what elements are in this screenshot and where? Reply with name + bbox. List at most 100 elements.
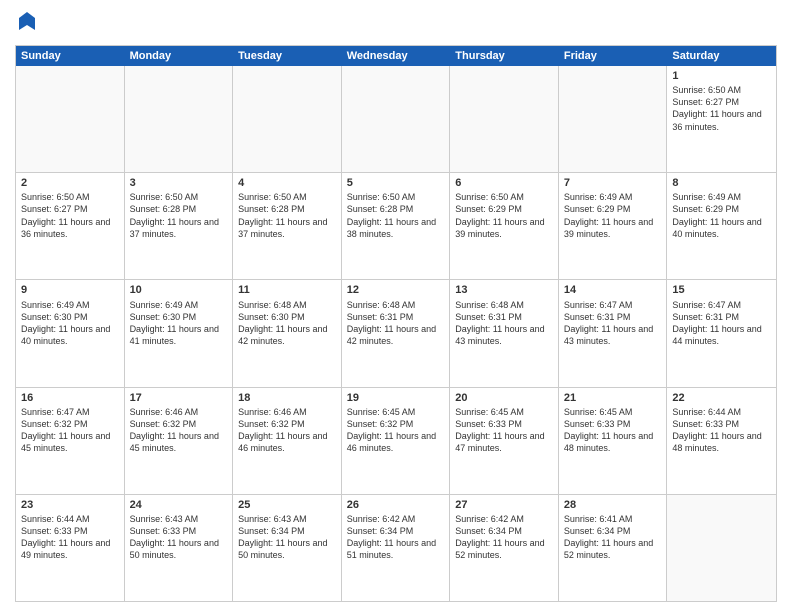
day-number: 21 bbox=[564, 391, 662, 405]
cell-info: Sunrise: 6:41 AM Sunset: 6:34 PM Dayligh… bbox=[564, 513, 662, 562]
cal-cell: 21Sunrise: 6:45 AM Sunset: 6:33 PM Dayli… bbox=[559, 388, 668, 494]
cell-info: Sunrise: 6:49 AM Sunset: 6:29 PM Dayligh… bbox=[672, 191, 771, 240]
cal-cell: 22Sunrise: 6:44 AM Sunset: 6:33 PM Dayli… bbox=[667, 388, 776, 494]
cal-cell: 14 Sunrise: 6:47 AM Sunset: 6:31 PM Dayli… bbox=[559, 280, 668, 386]
cal-cell bbox=[16, 66, 125, 172]
cell-info: Sunrise: 6:48 AM Sunset: 6:31 PM Dayligh… bbox=[455, 299, 553, 348]
calendar-body: 1Sunrise: 6:50 AM Sunset: 6:27 PM Daylig… bbox=[16, 66, 776, 601]
day-number: 5 bbox=[347, 176, 445, 190]
day-number: 10 bbox=[130, 283, 228, 297]
cell-info: Sunrise: 6:49 AM Sunset: 6:30 PM Dayligh… bbox=[130, 299, 228, 348]
cell-info: Sunrise: 6:50 AM Sunset: 6:29 PM Dayligh… bbox=[455, 191, 553, 240]
day-number: 4 bbox=[238, 176, 336, 190]
day-number: 9 bbox=[21, 283, 119, 297]
day-number: 17 bbox=[130, 391, 228, 405]
header-day-thursday: Thursday bbox=[450, 46, 559, 66]
cal-cell bbox=[233, 66, 342, 172]
week-row-2: 9 Sunrise: 6:49 AM Sunset: 6:30 PM Daylig… bbox=[16, 280, 776, 387]
day-number: 14 bbox=[564, 283, 662, 297]
page: SundayMondayTuesdayWednesdayThursdayFrid… bbox=[0, 0, 792, 612]
header-day-wednesday: Wednesday bbox=[342, 46, 451, 66]
header bbox=[15, 10, 777, 37]
cal-cell: 4Sunrise: 6:50 AM Sunset: 6:28 PM Daylig… bbox=[233, 173, 342, 279]
cal-cell bbox=[125, 66, 234, 172]
cell-info: Sunrise: 6:43 AM Sunset: 6:34 PM Dayligh… bbox=[238, 513, 336, 562]
cal-cell: 26Sunrise: 6:42 AM Sunset: 6:34 PM Dayli… bbox=[342, 495, 451, 601]
cell-info: Sunrise: 6:50 AM Sunset: 6:27 PM Dayligh… bbox=[21, 191, 119, 240]
cal-cell: 10 Sunrise: 6:49 AM Sunset: 6:30 PM Dayli… bbox=[125, 280, 234, 386]
cal-cell: 25Sunrise: 6:43 AM Sunset: 6:34 PM Dayli… bbox=[233, 495, 342, 601]
day-number: 20 bbox=[455, 391, 553, 405]
cell-info: Sunrise: 6:50 AM Sunset: 6:27 PM Dayligh… bbox=[672, 84, 771, 133]
cell-info: Sunrise: 6:50 AM Sunset: 6:28 PM Dayligh… bbox=[130, 191, 228, 240]
cell-info: Sunrise: 6:42 AM Sunset: 6:34 PM Dayligh… bbox=[455, 513, 553, 562]
cal-cell: 28Sunrise: 6:41 AM Sunset: 6:34 PM Dayli… bbox=[559, 495, 668, 601]
cal-cell: 19Sunrise: 6:45 AM Sunset: 6:32 PM Dayli… bbox=[342, 388, 451, 494]
cell-info: Sunrise: 6:45 AM Sunset: 6:33 PM Dayligh… bbox=[455, 406, 553, 455]
cell-info: Sunrise: 6:45 AM Sunset: 6:32 PM Dayligh… bbox=[347, 406, 445, 455]
cell-info: Sunrise: 6:46 AM Sunset: 6:32 PM Dayligh… bbox=[238, 406, 336, 455]
day-number: 26 bbox=[347, 498, 445, 512]
cal-cell: 7Sunrise: 6:49 AM Sunset: 6:29 PM Daylig… bbox=[559, 173, 668, 279]
cell-info: Sunrise: 6:44 AM Sunset: 6:33 PM Dayligh… bbox=[672, 406, 771, 455]
day-number: 6 bbox=[455, 176, 553, 190]
week-row-3: 16Sunrise: 6:47 AM Sunset: 6:32 PM Dayli… bbox=[16, 388, 776, 495]
cal-cell: 9 Sunrise: 6:49 AM Sunset: 6:30 PM Daylig… bbox=[16, 280, 125, 386]
cell-info: Sunrise: 6:47 AM Sunset: 6:31 PM Dayligh… bbox=[564, 299, 662, 348]
cell-info: Sunrise: 6:43 AM Sunset: 6:33 PM Dayligh… bbox=[130, 513, 228, 562]
cell-info: Sunrise: 6:50 AM Sunset: 6:28 PM Dayligh… bbox=[347, 191, 445, 240]
day-number: 16 bbox=[21, 391, 119, 405]
week-row-0: 1Sunrise: 6:50 AM Sunset: 6:27 PM Daylig… bbox=[16, 66, 776, 173]
cal-cell bbox=[559, 66, 668, 172]
cell-info: Sunrise: 6:49 AM Sunset: 6:30 PM Dayligh… bbox=[21, 299, 119, 348]
header-day-monday: Monday bbox=[125, 46, 234, 66]
cal-cell: 20Sunrise: 6:45 AM Sunset: 6:33 PM Dayli… bbox=[450, 388, 559, 494]
day-number: 11 bbox=[238, 283, 336, 297]
logo-text bbox=[15, 10, 37, 37]
cal-cell: 18Sunrise: 6:46 AM Sunset: 6:32 PM Dayli… bbox=[233, 388, 342, 494]
week-row-1: 2Sunrise: 6:50 AM Sunset: 6:27 PM Daylig… bbox=[16, 173, 776, 280]
logo bbox=[15, 10, 37, 37]
cell-info: Sunrise: 6:48 AM Sunset: 6:31 PM Dayligh… bbox=[347, 299, 445, 348]
cal-cell: 1Sunrise: 6:50 AM Sunset: 6:27 PM Daylig… bbox=[667, 66, 776, 172]
cell-info: Sunrise: 6:44 AM Sunset: 6:33 PM Dayligh… bbox=[21, 513, 119, 562]
cal-cell: 8Sunrise: 6:49 AM Sunset: 6:29 PM Daylig… bbox=[667, 173, 776, 279]
calendar: SundayMondayTuesdayWednesdayThursdayFrid… bbox=[15, 45, 777, 602]
cal-cell: 11 Sunrise: 6:48 AM Sunset: 6:30 PM Dayli… bbox=[233, 280, 342, 386]
cal-cell: 16Sunrise: 6:47 AM Sunset: 6:32 PM Dayli… bbox=[16, 388, 125, 494]
day-number: 2 bbox=[21, 176, 119, 190]
day-number: 7 bbox=[564, 176, 662, 190]
cell-info: Sunrise: 6:49 AM Sunset: 6:29 PM Dayligh… bbox=[564, 191, 662, 240]
header-day-friday: Friday bbox=[559, 46, 668, 66]
cal-cell: 15 Sunrise: 6:47 AM Sunset: 6:31 PM Dayli… bbox=[667, 280, 776, 386]
cell-info: Sunrise: 6:42 AM Sunset: 6:34 PM Dayligh… bbox=[347, 513, 445, 562]
logo-icon bbox=[17, 10, 37, 32]
cal-cell bbox=[667, 495, 776, 601]
day-number: 3 bbox=[130, 176, 228, 190]
header-day-sunday: Sunday bbox=[16, 46, 125, 66]
day-number: 25 bbox=[238, 498, 336, 512]
cell-info: Sunrise: 6:47 AM Sunset: 6:31 PM Dayligh… bbox=[672, 299, 771, 348]
cell-info: Sunrise: 6:50 AM Sunset: 6:28 PM Dayligh… bbox=[238, 191, 336, 240]
cell-info: Sunrise: 6:45 AM Sunset: 6:33 PM Dayligh… bbox=[564, 406, 662, 455]
cal-cell bbox=[450, 66, 559, 172]
week-row-4: 23Sunrise: 6:44 AM Sunset: 6:33 PM Dayli… bbox=[16, 495, 776, 601]
cal-cell: 5Sunrise: 6:50 AM Sunset: 6:28 PM Daylig… bbox=[342, 173, 451, 279]
cal-cell: 23Sunrise: 6:44 AM Sunset: 6:33 PM Dayli… bbox=[16, 495, 125, 601]
day-number: 8 bbox=[672, 176, 771, 190]
cal-cell bbox=[342, 66, 451, 172]
day-number: 18 bbox=[238, 391, 336, 405]
day-number: 15 bbox=[672, 283, 771, 297]
day-number: 12 bbox=[347, 283, 445, 297]
cal-cell: 27Sunrise: 6:42 AM Sunset: 6:34 PM Dayli… bbox=[450, 495, 559, 601]
day-number: 19 bbox=[347, 391, 445, 405]
cell-info: Sunrise: 6:48 AM Sunset: 6:30 PM Dayligh… bbox=[238, 299, 336, 348]
cal-cell: 24Sunrise: 6:43 AM Sunset: 6:33 PM Dayli… bbox=[125, 495, 234, 601]
cal-cell: 12 Sunrise: 6:48 AM Sunset: 6:31 PM Dayli… bbox=[342, 280, 451, 386]
cal-cell: 13Sunrise: 6:48 AM Sunset: 6:31 PM Dayli… bbox=[450, 280, 559, 386]
day-number: 1 bbox=[672, 69, 771, 83]
cell-info: Sunrise: 6:47 AM Sunset: 6:32 PM Dayligh… bbox=[21, 406, 119, 455]
day-number: 24 bbox=[130, 498, 228, 512]
cal-cell: 6Sunrise: 6:50 AM Sunset: 6:29 PM Daylig… bbox=[450, 173, 559, 279]
cal-cell: 17Sunrise: 6:46 AM Sunset: 6:32 PM Dayli… bbox=[125, 388, 234, 494]
